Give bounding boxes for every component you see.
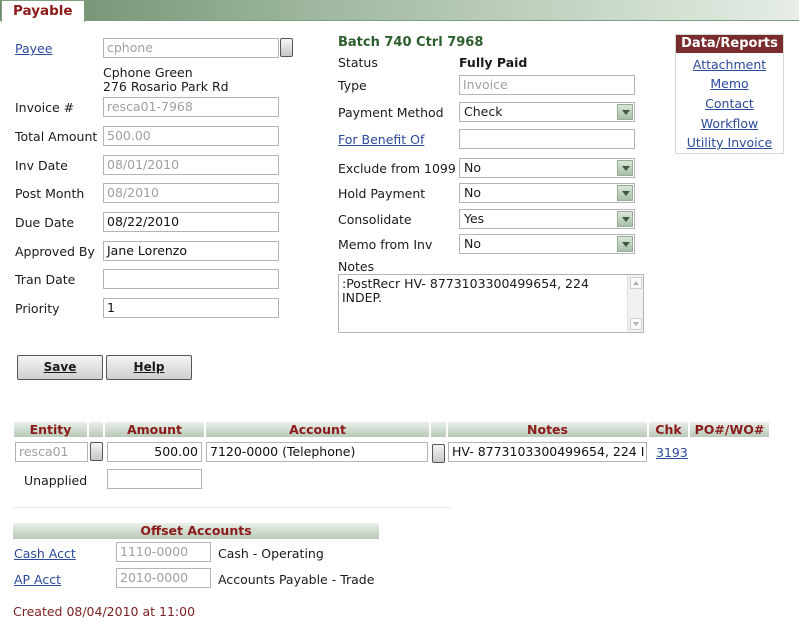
tran-date-label: Tran Date bbox=[15, 272, 76, 287]
chevron-down-icon[interactable] bbox=[617, 185, 633, 201]
scroll-up-icon[interactable] bbox=[630, 277, 642, 289]
hold-payment-value: No bbox=[464, 185, 481, 200]
utility-invoice-link[interactable]: Utility Invoice bbox=[676, 135, 783, 150]
created-timestamp: Created 08/04/2010 at 11:00 bbox=[13, 604, 196, 619]
due-date-label: Due Date bbox=[15, 215, 75, 230]
col-notes: Notes bbox=[448, 422, 648, 437]
payment-method-select[interactable]: Check bbox=[459, 102, 635, 122]
type-input[interactable]: Invoice bbox=[459, 75, 635, 95]
consolidate-value: Yes bbox=[464, 211, 485, 226]
approved-by-label: Approved By bbox=[15, 244, 95, 259]
cash-acct-input[interactable]: 1110-0000 bbox=[116, 542, 211, 562]
col-amount: Amount bbox=[105, 422, 205, 437]
chk-link[interactable]: 3193 bbox=[656, 445, 688, 460]
help-button[interactable]: Help bbox=[106, 355, 192, 380]
memo-from-inv-value: No bbox=[464, 236, 481, 251]
invoice-label: Invoice # bbox=[15, 100, 75, 115]
consolidate-select[interactable]: Yes bbox=[459, 209, 635, 229]
col-account: Account bbox=[206, 422, 430, 437]
data-reports-title: Data/Reports bbox=[676, 35, 783, 53]
exclude-1099-select[interactable]: No bbox=[459, 158, 635, 178]
exclude-1099-value: No bbox=[464, 160, 481, 175]
notes-text: :PostRecr HV- 8773103300499654, 224 INDE… bbox=[342, 276, 589, 305]
col-chk: Chk bbox=[649, 422, 689, 437]
col-po-wo: PO#/WO# bbox=[690, 422, 770, 437]
post-month-label: Post Month bbox=[15, 186, 85, 201]
ap-acct-link[interactable]: AP Acct bbox=[14, 572, 61, 587]
payee-address: 276 Rosario Park Rd bbox=[103, 79, 229, 94]
unapplied-label: Unapplied bbox=[24, 473, 88, 488]
invoice-input[interactable]: resca01-7968 bbox=[103, 97, 279, 117]
notes-scrollbar[interactable] bbox=[627, 275, 643, 332]
batch-ctrl: Batch 740 Ctrl 7968 bbox=[338, 35, 484, 50]
for-benefit-of-link[interactable]: For Benefit Of bbox=[338, 132, 424, 147]
notes-label: Notes bbox=[338, 259, 375, 274]
chevron-down-icon[interactable] bbox=[617, 211, 633, 227]
cash-acct-desc: Cash - Operating bbox=[218, 546, 324, 561]
ap-acct-desc: Accounts Payable - Trade bbox=[218, 572, 375, 587]
data-reports-panel: Data/Reports Attachment Memo Contact Wor… bbox=[675, 34, 784, 154]
cash-acct-link[interactable]: Cash Acct bbox=[14, 546, 76, 561]
workflow-link[interactable]: Workflow bbox=[676, 116, 783, 131]
tab-bar bbox=[0, 0, 799, 21]
exclude-1099-label: Exclude from 1099 bbox=[338, 161, 456, 176]
attachment-link[interactable]: Attachment bbox=[676, 57, 783, 72]
tab-payable[interactable]: Payable bbox=[1, 0, 85, 22]
chevron-down-icon[interactable] bbox=[617, 236, 633, 252]
consolidate-label: Consolidate bbox=[338, 212, 412, 227]
tran-date-input[interactable] bbox=[103, 269, 279, 289]
account-input[interactable]: 7120-0000 (Telephone) bbox=[206, 442, 428, 462]
ap-acct-input[interactable]: 2010-0000 bbox=[116, 568, 211, 588]
account-lookup-button[interactable] bbox=[432, 444, 445, 463]
divider bbox=[13, 507, 451, 508]
amount-input[interactable]: 500.00 bbox=[107, 442, 202, 462]
contact-link[interactable]: Contact bbox=[676, 96, 783, 111]
post-month-input[interactable]: 08/2010 bbox=[103, 183, 279, 203]
payment-method-label: Payment Method bbox=[338, 105, 444, 120]
memo-link[interactable]: Memo bbox=[676, 76, 783, 91]
total-amount-label: Total Amount bbox=[15, 129, 98, 144]
scroll-down-icon[interactable] bbox=[630, 318, 642, 330]
save-button[interactable]: Save bbox=[17, 355, 103, 380]
notes-input[interactable]: HV- 8773103300499654, 224 I bbox=[448, 442, 647, 462]
type-label: Type bbox=[338, 78, 367, 93]
inv-date-input[interactable]: 08/01/2010 bbox=[103, 155, 279, 175]
due-date-input[interactable]: 08/22/2010 bbox=[103, 212, 279, 232]
unapplied-input[interactable] bbox=[107, 469, 202, 489]
entity-input[interactable]: resca01 bbox=[15, 442, 88, 462]
payee-name: Cphone Green bbox=[103, 65, 193, 80]
offset-accounts-header: Offset Accounts bbox=[13, 523, 379, 539]
col-account-lookup bbox=[431, 422, 447, 437]
payment-method-value: Check bbox=[464, 104, 503, 119]
notes-textarea[interactable]: :PostRecr HV- 8773103300499654, 224 INDE… bbox=[338, 274, 644, 333]
inv-date-label: Inv Date bbox=[15, 158, 68, 173]
for-benefit-of-input[interactable] bbox=[459, 129, 635, 149]
status-value: Fully Paid bbox=[459, 55, 528, 70]
chevron-down-icon[interactable] bbox=[617, 160, 633, 176]
memo-from-inv-label: Memo from Inv bbox=[338, 237, 433, 252]
priority-input[interactable]: 1 bbox=[103, 298, 279, 318]
hold-payment-select[interactable]: No bbox=[459, 183, 635, 203]
total-amount-input[interactable]: 500.00 bbox=[103, 126, 279, 146]
payee-link[interactable]: Payee bbox=[15, 41, 52, 56]
status-label: Status bbox=[338, 55, 378, 70]
entity-lookup-button[interactable] bbox=[90, 442, 103, 461]
payee-input[interactable]: cphone bbox=[103, 38, 279, 58]
chevron-down-icon[interactable] bbox=[617, 104, 633, 120]
priority-label: Priority bbox=[15, 301, 60, 316]
memo-from-inv-select[interactable]: No bbox=[459, 234, 635, 254]
payee-lookup-button[interactable] bbox=[280, 38, 293, 57]
col-entity: Entity bbox=[14, 422, 88, 437]
hold-payment-label: Hold Payment bbox=[338, 186, 426, 201]
approved-by-input[interactable]: Jane Lorenzo bbox=[103, 241, 279, 261]
col-entity-lookup bbox=[89, 422, 104, 437]
